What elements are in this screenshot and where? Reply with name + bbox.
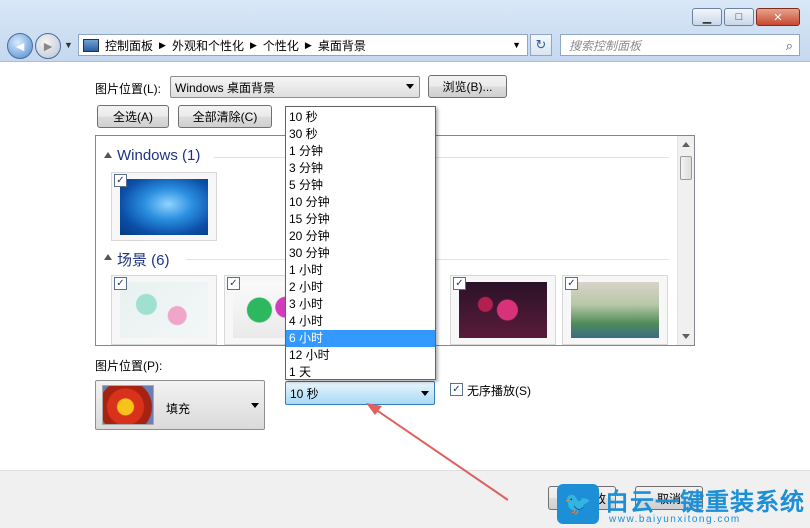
interval-option[interactable]: 30 分钟 [286, 245, 435, 262]
shuffle-label[interactable]: 无序播放(S) [467, 382, 531, 399]
thumb-checkbox[interactable]: ✓ [227, 277, 240, 290]
scene-image [459, 282, 547, 338]
breadcrumb-personalization[interactable]: 个性化 [263, 37, 299, 54]
picture-location-label: 图片位置(L): [95, 82, 162, 96]
scroll-thumb[interactable] [680, 156, 692, 180]
interval-option[interactable]: 20 分钟 [286, 228, 435, 245]
back-button[interactable]: ◄ [7, 33, 33, 59]
gallery-scrollbar[interactable] [677, 136, 694, 345]
chevron-down-icon[interactable]: ▼ [512, 40, 521, 50]
interval-option-selected[interactable]: 6 小时 [286, 330, 435, 347]
picture-position-label: 图片位置(P): [95, 359, 163, 373]
close-button[interactable]: ✕ [756, 8, 800, 26]
minimize-button[interactable]: ▁ [692, 8, 722, 26]
watermark: 🐦 白云一键重装系统 www.baiyunxitong.com [557, 482, 810, 528]
thumb-checkbox[interactable]: ✓ [565, 277, 578, 290]
search-icon[interactable]: ⌕ [786, 38, 793, 54]
interval-option[interactable]: 3 小时 [286, 296, 435, 313]
recent-pages-dropdown[interactable]: ▼ [64, 40, 73, 50]
breadcrumb-appearance[interactable]: 外观和个性化 [172, 37, 244, 54]
group-title-windows[interactable]: Windows (1) [117, 147, 200, 164]
fill-preview-image [102, 385, 154, 425]
chevron-down-icon [421, 391, 429, 396]
interval-option[interactable]: 15 分钟 [286, 211, 435, 228]
browse-button[interactable]: 浏览(B)... [428, 75, 507, 98]
breadcrumb-control-panel[interactable]: 控制面板 [105, 37, 153, 54]
picture-position-value: 填充 [166, 402, 191, 416]
interval-value: 10 秒 [290, 386, 319, 401]
change-interval-combo[interactable]: 10 秒 [285, 381, 435, 405]
forward-button[interactable]: ► [35, 33, 61, 59]
window-controls: ▁ □ ✕ [690, 8, 800, 26]
picture-location-value: Windows 桌面背景 [175, 80, 276, 95]
interval-dropdown-list[interactable]: 10 秒 30 秒 1 分钟 3 分钟 5 分钟 10 分钟 15 分钟 20 … [285, 106, 436, 380]
chevron-down-icon [406, 84, 414, 89]
chevron-right-icon[interactable]: ▶ [159, 40, 166, 51]
scene-image [571, 282, 659, 338]
collapse-icon[interactable] [104, 254, 112, 260]
search-placeholder: 搜索控制面板 [569, 38, 642, 53]
chevron-right-icon[interactable]: ▶ [250, 40, 257, 51]
thumb-checkbox[interactable]: ✓ [114, 277, 127, 290]
chevron-down-icon [251, 403, 259, 408]
control-panel-icon [83, 38, 99, 52]
group-title-scenes[interactable]: 场景 (6) [117, 249, 170, 270]
search-input[interactable]: 搜索控制面板 ⌕ [560, 34, 800, 56]
watermark-url: www.baiyunxitong.com [609, 514, 741, 525]
interval-option[interactable]: 1 小时 [286, 262, 435, 279]
interval-option[interactable]: 1 天 [286, 364, 435, 381]
refresh-button[interactable]: ↻ [530, 34, 552, 56]
scroll-down-icon[interactable] [682, 334, 690, 339]
windows7-wallpaper-image [120, 179, 208, 235]
interval-option[interactable]: 30 秒 [286, 126, 435, 143]
scene-image [120, 282, 208, 338]
interval-option[interactable]: 10 分钟 [286, 194, 435, 211]
scroll-up-icon[interactable] [682, 142, 690, 147]
wallpaper-thumb-scene-1[interactable]: ✓ [111, 275, 217, 345]
interval-option[interactable]: 3 分钟 [286, 160, 435, 177]
group-divider [214, 157, 669, 158]
watermark-brand: 白云一键重装系统 [605, 488, 805, 516]
wallpaper-thumb-scene-6[interactable]: ✓ [562, 275, 668, 345]
interval-option[interactable]: 10 秒 [286, 109, 435, 126]
interval-option[interactable]: 12 小时 [286, 347, 435, 364]
bird-logo-icon: 🐦 [557, 484, 599, 524]
address-bar[interactable]: 控制面板 ▶ 外观和个性化 ▶ 个性化 ▶ 桌面背景 ▼ [78, 34, 528, 56]
breadcrumb-desktop-background[interactable]: 桌面背景 [318, 37, 366, 54]
interval-option[interactable]: 1 分钟 [286, 143, 435, 160]
interval-option[interactable]: 2 小时 [286, 279, 435, 296]
select-all-button[interactable]: 全选(A) [97, 105, 169, 128]
thumb-checkbox[interactable]: ✓ [114, 174, 127, 187]
shuffle-checkbox[interactable]: ✓ [450, 383, 463, 396]
maximize-button[interactable]: □ [724, 8, 754, 26]
interval-option[interactable]: 5 分钟 [286, 177, 435, 194]
picture-position-combo[interactable]: 填充 [95, 380, 265, 430]
collapse-icon[interactable] [104, 152, 112, 158]
clear-all-button[interactable]: 全部清除(C) [178, 105, 272, 128]
interval-option[interactable]: 4 小时 [286, 313, 435, 330]
picture-location-combo[interactable]: Windows 桌面背景 [170, 76, 420, 98]
wallpaper-thumb-scene-5[interactable]: ✓ [450, 275, 556, 345]
wallpaper-thumb-windows[interactable]: ✓ [111, 172, 217, 241]
chevron-right-icon[interactable]: ▶ [305, 40, 312, 51]
thumb-checkbox[interactable]: ✓ [453, 277, 466, 290]
